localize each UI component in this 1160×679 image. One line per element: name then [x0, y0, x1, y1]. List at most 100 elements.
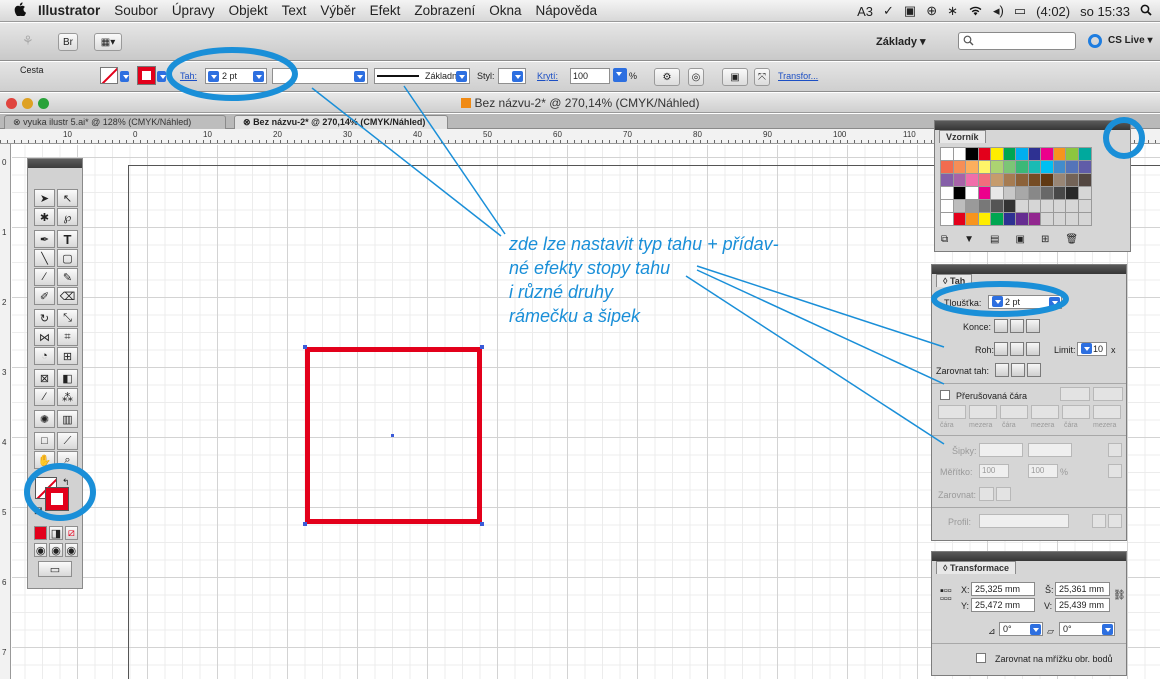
- width-field[interactable]: 25,361 mm: [1055, 582, 1110, 596]
- color-swatch[interactable]: [977, 147, 992, 161]
- color-swatch[interactable]: [1052, 186, 1067, 200]
- color-swatch[interactable]: [965, 199, 979, 213]
- stroke-dropdown-icon[interactable]: [157, 71, 166, 84]
- cs-live-button[interactable]: CS Live ▾: [1108, 35, 1152, 46]
- panel-header[interactable]: [28, 159, 82, 168]
- color-swatch[interactable]: [952, 199, 967, 213]
- panel-header[interactable]: [932, 552, 1126, 561]
- rotate-tool-icon[interactable]: ↻: [34, 309, 55, 327]
- draw-inside-icon[interactable]: ◉: [64, 543, 78, 557]
- direct-selection-tool-icon[interactable]: ↖: [57, 189, 78, 207]
- blend-tool-icon[interactable]: ⁂: [57, 388, 78, 406]
- align-inside-button[interactable]: [1011, 363, 1025, 377]
- dash-field[interactable]: [1000, 405, 1028, 419]
- shape-builder-tool-icon[interactable]: ◔: [34, 347, 55, 365]
- show-swatch-kinds-icon[interactable]: ▼: [964, 234, 974, 248]
- align-outside-button[interactable]: [1027, 363, 1041, 377]
- rotate-field[interactable]: 0°: [999, 622, 1043, 636]
- color-swatch[interactable]: [1015, 186, 1029, 200]
- color-swatch[interactable]: [1065, 186, 1079, 200]
- color-swatch[interactable]: [990, 160, 1004, 174]
- center-point[interactable]: [391, 434, 394, 437]
- profile-select[interactable]: [979, 514, 1069, 528]
- link-scale-button[interactable]: [1108, 464, 1122, 478]
- color-swatch[interactable]: [1065, 160, 1079, 174]
- swatch-grid[interactable]: [940, 147, 1092, 226]
- fill-swatch[interactable]: [100, 67, 118, 84]
- tab-stroke[interactable]: ◊ Tah: [936, 274, 973, 287]
- arrow-tip-at-end-button[interactable]: [996, 487, 1011, 501]
- color-swatch[interactable]: [1015, 147, 1029, 161]
- column-graph-tool-icon[interactable]: ▥: [57, 410, 78, 428]
- clock[interactable]: so 15:33: [1080, 4, 1130, 19]
- selection-tool-icon[interactable]: ➤: [34, 189, 55, 207]
- panel-header[interactable]: [932, 265, 1126, 274]
- menu-vyber[interactable]: Výběr: [320, 3, 355, 18]
- menu-text[interactable]: Text: [282, 3, 307, 18]
- time-machine-icon[interactable]: ⊕: [926, 3, 937, 19]
- swatch-libraries-icon[interactable]: ⧉: [941, 234, 948, 248]
- paintbrush-tool-icon[interactable]: ∕: [34, 268, 55, 286]
- y-field[interactable]: 25,472 mm: [971, 598, 1035, 612]
- rectangle-tool-icon[interactable]: ▢: [57, 249, 78, 267]
- menu-zobrazeni[interactable]: Zobrazení: [414, 3, 475, 18]
- swatch-options-icon[interactable]: ▤: [990, 234, 999, 248]
- color-swatch[interactable]: [1065, 199, 1079, 213]
- swap-arrowheads-button[interactable]: [1108, 443, 1122, 457]
- bevel-join-button[interactable]: [1026, 342, 1040, 356]
- pencil-tool-icon[interactable]: ✎: [57, 268, 78, 286]
- recolor-artwork-button[interactable]: ⚙: [654, 68, 680, 86]
- color-mode-icon[interactable]: [34, 526, 48, 540]
- tab-transform[interactable]: ◊ Transformace: [936, 561, 1016, 574]
- color-swatch[interactable]: [1002, 160, 1017, 174]
- eyedropper-tool-icon[interactable]: ⁄: [34, 388, 55, 406]
- bridge-button[interactable]: Br: [58, 33, 78, 51]
- draw-normal-icon[interactable]: ◉: [34, 543, 48, 557]
- color-swatch[interactable]: [1052, 212, 1067, 226]
- default-fill-stroke-icon[interactable]: ◪: [34, 505, 43, 516]
- color-swatch[interactable]: [990, 186, 1004, 200]
- close-tab-icon[interactable]: ⊗: [243, 117, 251, 127]
- color-swatch[interactable]: [1052, 199, 1067, 213]
- tab-vyuka-ilustr[interactable]: ⊗ vyuka ilustr 5.ai* @ 128% (CMYK/Náhled…: [4, 115, 226, 129]
- flip-across-button[interactable]: [1108, 514, 1122, 528]
- shear-dropdown-icon[interactable]: [1102, 624, 1113, 635]
- color-swatch[interactable]: [977, 173, 992, 187]
- anchor-point[interactable]: [480, 345, 484, 349]
- weight-field[interactable]: 2 pt: [988, 295, 1062, 309]
- align-options-button[interactable]: ▣: [722, 68, 748, 86]
- slice-tool-icon[interactable]: ⟋: [57, 432, 78, 450]
- start-arrowhead-select[interactable]: [979, 443, 1023, 457]
- screen-mode-button[interactable]: ▭: [38, 561, 72, 577]
- app-menu[interactable]: Illustrator: [38, 3, 100, 18]
- color-swatch[interactable]: [977, 212, 992, 226]
- magic-wand-tool-icon[interactable]: ✱: [34, 208, 55, 226]
- gap-field[interactable]: [969, 405, 997, 419]
- color-swatch[interactable]: [1002, 212, 1017, 226]
- menu-napoveda[interactable]: Nápověda: [536, 3, 598, 18]
- color-swatch[interactable]: [1027, 173, 1042, 187]
- round-join-button[interactable]: [1010, 342, 1024, 356]
- stroke-weight-field[interactable]: 2 pt: [205, 68, 267, 84]
- arrange-documents-button[interactable]: ▦▾: [94, 33, 122, 51]
- opacity-panel-link[interactable]: Krytí:: [537, 71, 558, 81]
- color-swatch[interactable]: [1077, 173, 1092, 187]
- chevron-down-icon[interactable]: [456, 71, 467, 82]
- color-swatch[interactable]: [1027, 212, 1042, 226]
- color-swatch[interactable]: [1040, 212, 1054, 226]
- color-swatch[interactable]: [1052, 147, 1067, 161]
- fill-dropdown-icon[interactable]: [120, 71, 129, 84]
- blob-brush-tool-icon[interactable]: ✐: [34, 287, 55, 305]
- delete-swatch-icon[interactable]: 🗑: [1065, 234, 1078, 248]
- color-swatch[interactable]: [990, 147, 1004, 161]
- panel-header[interactable]: [935, 121, 1130, 130]
- stepper-icon[interactable]: [992, 296, 1003, 307]
- color-swatch[interactable]: [952, 186, 967, 200]
- color-swatch[interactable]: [940, 212, 954, 226]
- pen-tool-icon[interactable]: ✒: [34, 230, 55, 248]
- workspace-switcher[interactable]: Základy ▾: [876, 35, 926, 48]
- eraser-tool-icon[interactable]: ⌫: [57, 287, 78, 305]
- color-swatch[interactable]: [1077, 186, 1092, 200]
- stroke-weight-dropdown-icon[interactable]: [253, 71, 264, 82]
- variable-width-profile-select[interactable]: [272, 68, 368, 84]
